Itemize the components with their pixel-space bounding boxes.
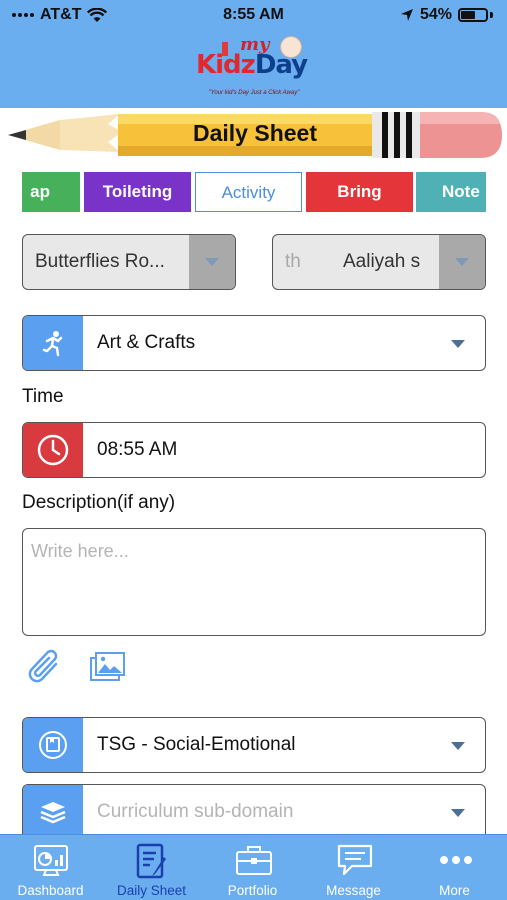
room-select[interactable]: Butterflies Ro...	[22, 234, 236, 290]
app-header: AT&T 8:55 AM 54% my KidzDay "Your kid's …	[0, 0, 507, 108]
chat-icon	[337, 844, 373, 876]
tab-daily-sheet[interactable]: Daily Sheet	[101, 835, 202, 900]
app-logo: my KidzDay "Your kid's Day Just a Click …	[192, 34, 316, 104]
time-label: Time	[22, 386, 64, 407]
activity-select[interactable]: Art & Crafts	[22, 315, 486, 371]
tab-dashboard-label: Dashboard	[17, 883, 84, 898]
tab-toileting[interactable]: Toileting	[84, 172, 191, 212]
attach-photo-button[interactable]	[88, 646, 128, 693]
attach-file-button[interactable]	[26, 646, 66, 693]
chevron-down-icon	[455, 258, 469, 266]
tab-portfolio-label: Portfolio	[227, 883, 278, 898]
time-value: 08:55 AM	[97, 439, 178, 460]
battery-percent: 54%	[419, 6, 452, 23]
running-person-icon	[42, 331, 63, 357]
chevron-down-icon	[451, 340, 465, 348]
battery-icon	[458, 8, 488, 22]
child-select-value: Aaliyah s	[343, 251, 421, 272]
status-right: 54%	[400, 6, 493, 24]
book-icon-box	[23, 718, 83, 772]
tab-daily-sheet-label: Daily Sheet	[116, 883, 187, 898]
location-arrow-icon	[400, 9, 413, 21]
chevron-down-icon	[205, 258, 219, 266]
activity-icon-box	[23, 316, 83, 370]
daily-sheet-banner: Daily Sheet	[0, 108, 507, 164]
page-title: Daily Sheet	[193, 120, 317, 146]
daily-sheet-icon	[136, 843, 166, 879]
child-select-arrow[interactable]	[439, 235, 485, 289]
tab-note[interactable]: Note	[416, 172, 486, 212]
chevron-down-icon	[451, 809, 465, 817]
more-dots-icon	[440, 856, 472, 864]
tab-message-label: Message	[326, 883, 381, 898]
logo-tagline: "Your kid's Day Just a Click Away"	[208, 90, 300, 96]
tab-nap[interactable]: ap	[22, 172, 80, 212]
room-select-arrow[interactable]	[189, 235, 235, 289]
clock-icon	[37, 434, 69, 466]
book-icon	[39, 731, 67, 759]
bottom-tab-bar: Dashboard Daily Sheet Portfolio Message …	[0, 834, 507, 900]
paperclip-icon	[28, 649, 58, 683]
dashboard-icon	[34, 845, 68, 876]
tab-more[interactable]: More	[404, 835, 505, 900]
child-select-prefix: th	[285, 251, 301, 272]
room-select-value: Butterflies Ro...	[35, 251, 165, 272]
description-input[interactable]: Write here...	[22, 528, 486, 636]
activity-select-value: Art & Crafts	[97, 332, 196, 353]
books-stack-icon	[40, 802, 66, 824]
tab-message[interactable]: Message	[303, 835, 404, 900]
logo-kidz: Kidz	[196, 50, 256, 80]
tab-more-label: More	[439, 883, 470, 898]
status-bar: AT&T 8:55 AM 54%	[0, 0, 507, 30]
tab-bring[interactable]: Bring	[306, 172, 413, 212]
curriculum-domain-select[interactable]: TSG - Social-Emotional	[22, 717, 486, 773]
time-field[interactable]: 08:55 AM	[22, 422, 486, 478]
battery-tip	[490, 12, 493, 18]
briefcase-icon	[236, 846, 272, 875]
child-select[interactable]: th Aaliyah s	[272, 234, 486, 290]
tab-dashboard[interactable]: Dashboard	[0, 835, 101, 900]
description-label: Description(if any)	[22, 492, 176, 513]
chevron-down-icon	[451, 742, 465, 750]
description-placeholder: Write here...	[31, 541, 129, 561]
logo-wordmark: KidzDay	[196, 50, 308, 80]
logo-day: Day	[254, 50, 308, 80]
curriculum-subdomain-placeholder: Curriculum sub-domain	[97, 801, 294, 822]
curriculum-domain-value: TSG - Social-Emotional	[97, 734, 296, 755]
tab-portfolio[interactable]: Portfolio	[202, 835, 303, 900]
tab-activity[interactable]: Activity	[195, 172, 302, 212]
gallery-icon	[90, 652, 125, 681]
clock-icon-box	[23, 423, 83, 477]
category-tabs: ap Toileting Activity Bring Note	[22, 172, 486, 214]
